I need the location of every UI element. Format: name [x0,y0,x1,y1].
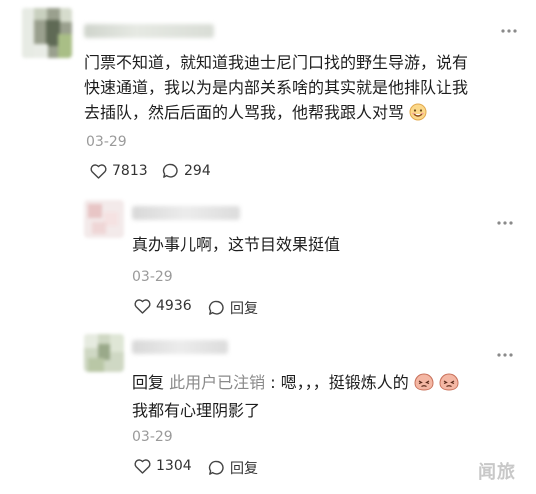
heart-icon [134,298,151,314]
reply-target-user[interactable]: 此用户已注销 [169,373,265,392]
comment-button[interactable]: 294 [162,163,211,179]
like-count: 7813 [112,163,148,179]
heart-icon [90,163,107,179]
avatar[interactable] [22,8,72,58]
comment-date: 03-29 [132,429,173,445]
like-button[interactable]: 1304 [134,458,192,474]
like-count: 4936 [156,298,192,314]
comment-bubble-icon [208,300,225,316]
avatar[interactable] [84,200,124,238]
grinning-face-emoji-icon [409,103,427,128]
reply-prefix: 回复 [132,373,165,392]
reply-button[interactable]: 回复 [208,458,258,478]
more-dots-icon[interactable] [500,24,518,34]
comment-date: 03-29 [132,269,173,285]
more-dots-icon[interactable] [496,348,514,358]
comment-text-line: 我都有心理阴影了 [132,401,261,420]
like-button[interactable]: 7813 [90,163,148,179]
username[interactable] [132,206,240,220]
comment-text-line: 嗯，，，挺锻炼人的 [280,373,409,392]
reply-separator: : [270,373,276,392]
more-dots-icon[interactable] [496,216,514,226]
username[interactable] [132,340,228,354]
comment-text: 回复 此用户已注销 : 嗯，，，挺锻炼人的 我都有心理阴影了 [132,370,459,423]
sweating-face-emoji-icon [414,373,434,398]
comment-text: 门票不知道，就知道我迪士尼门口找的野生导游，说有 快速通道，我以为是内部关系啥的… [84,50,468,128]
reply-button[interactable]: 回复 [208,298,258,318]
sweating-face-emoji-icon [439,373,459,398]
heart-icon [134,458,151,474]
comment-text: 真办事儿啊，这节目效果挺值 [132,235,341,254]
comment-bubble-icon [208,460,225,476]
comment-bubble-icon [162,163,179,179]
reply-label: 回复 [230,461,258,477]
username[interactable] [84,24,214,38]
comment-count: 294 [184,163,211,179]
avatar[interactable] [84,334,124,372]
reply-label: 回复 [230,301,258,317]
like-count: 1304 [156,458,192,474]
comment-date: 03-29 [86,134,127,150]
watermark: 闻旅 [478,462,516,483]
like-button[interactable]: 4936 [134,298,192,314]
